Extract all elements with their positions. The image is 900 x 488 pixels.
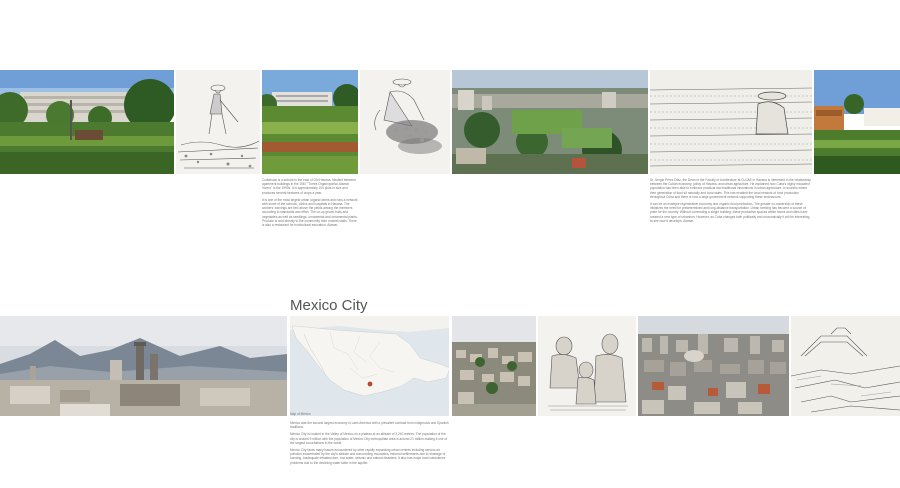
- caption-paragraph: It is one of the most largest urban orga…: [262, 197, 358, 228]
- caption-paragraph: Mexico was the second largest economy in…: [290, 421, 449, 430]
- pyramid-terraces-sketch: [791, 316, 900, 416]
- mexico-map: [290, 316, 449, 416]
- caption-paragraph: Cuitlahuac is a suburb in the east of Ol…: [262, 178, 356, 195]
- hillside-settlements-photo: [452, 316, 536, 416]
- map-label: Map of Mexico: [290, 412, 311, 416]
- field-worker-sketch: [650, 70, 812, 174]
- havana-farm-photo: [0, 70, 174, 174]
- havana-aerial-photo: [452, 70, 648, 174]
- woman-harvest-sketch: [360, 70, 450, 174]
- mexico-city-caption: Mexico was the second largest economy in…: [290, 421, 449, 468]
- havana-crop-rows-photo: [262, 70, 358, 174]
- caption-paragraph: Dr. Sergio Pérez Díaz, the Dean of the F…: [650, 178, 811, 199]
- havana-caption-left: Cuitlahuac is a suburb in the east of Ol…: [262, 178, 358, 230]
- caption-paragraph: Mexico City is located in the Valley of …: [290, 432, 448, 445]
- people-sketch: [538, 316, 636, 416]
- mexico-city-skyline-photo: [0, 316, 287, 416]
- havana-garden-houses-photo: [814, 70, 900, 174]
- mexico-city-aerial-photo: [638, 316, 789, 416]
- caption-paragraph: Mexico City faces many issues encountere…: [290, 448, 446, 465]
- farmer-sketch: [176, 70, 260, 174]
- caption-paragraph: It can be an example regenerative econom…: [650, 202, 810, 223]
- top-image-strip: [0, 70, 900, 174]
- havana-caption-right: Dr. Sergio Pérez Díaz, the Dean of the F…: [650, 178, 812, 226]
- map-title: Mexico City: [290, 297, 368, 314]
